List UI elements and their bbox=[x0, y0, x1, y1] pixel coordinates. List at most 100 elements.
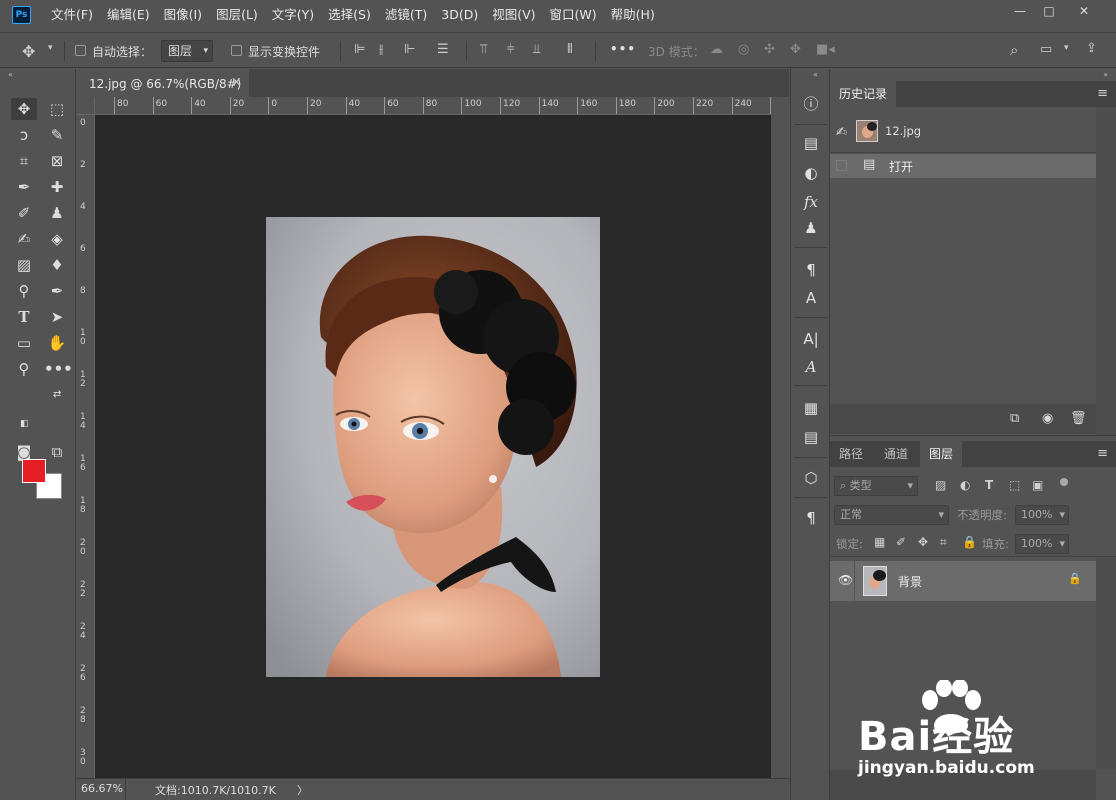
hand-tool-icon[interactable]: ✋ bbox=[44, 332, 70, 354]
menu-filter[interactable]: 滤镜(T) bbox=[378, 0, 434, 30]
menu-edit[interactable]: 编辑(E) bbox=[100, 0, 157, 30]
frame-tool-icon[interactable]: ⊠ bbox=[44, 150, 70, 172]
notes-icon[interactable]: ▤ bbox=[799, 425, 823, 449]
auto-select-target-dropdown[interactable]: 图层 ▾ bbox=[161, 40, 213, 62]
history-state-open[interactable]: ▤ 打开 bbox=[830, 154, 1096, 178]
lock-artboard-icon[interactable]: ⌗ bbox=[940, 535, 947, 550]
clone-stamp-tool-icon[interactable]: ♟ bbox=[44, 202, 70, 224]
filter-toggle-icon[interactable] bbox=[1060, 478, 1068, 486]
move-tool-icon[interactable]: ✥ bbox=[11, 98, 37, 120]
search-icon[interactable]: ⌕ bbox=[1010, 41, 1018, 59]
menu-view[interactable]: 视图(V) bbox=[485, 0, 542, 30]
zoom-tool-icon[interactable]: ⚲ bbox=[11, 358, 37, 380]
adjustments-icon[interactable]: ◐ bbox=[799, 161, 823, 185]
history-scrollbar[interactable] bbox=[1096, 107, 1116, 435]
document-tab[interactable]: 12.jpg @ 66.7%(RGB/8#) bbox=[77, 69, 249, 97]
tool-preset-chevron-icon[interactable]: ▾ bbox=[48, 43, 53, 53]
menu-window[interactable]: 窗口(W) bbox=[543, 0, 604, 30]
distribute-vertical-icon[interactable]: ☰ bbox=[437, 42, 449, 57]
align-right-icon[interactable]: ⊩ bbox=[404, 42, 415, 57]
filter-shape-icon[interactable]: ⬚ bbox=[1009, 478, 1020, 492]
align-vcenter-icon[interactable]: ⫩ bbox=[507, 42, 514, 57]
menu-3d[interactable]: 3D(D) bbox=[434, 0, 485, 30]
lock-pixels-icon[interactable]: ✐ bbox=[896, 535, 906, 549]
opacity-input[interactable]: 100% ▾ bbox=[1015, 505, 1069, 525]
trash-icon[interactable]: 🗑 bbox=[1070, 411, 1087, 426]
filter-smart-object-icon[interactable]: ▣ bbox=[1032, 478, 1043, 492]
move-tool-icon[interactable]: ✥ bbox=[22, 42, 35, 61]
layer-lock-icon[interactable]: 🔒 bbox=[1068, 572, 1082, 585]
3d-camera-icon[interactable]: ■◂ bbox=[816, 42, 835, 57]
blend-mode-dropdown[interactable]: 正常 ▾ bbox=[834, 505, 949, 525]
align-left-icon[interactable]: ⊫ bbox=[354, 42, 365, 57]
paragraph-icon[interactable]: ¶ bbox=[799, 506, 823, 530]
styles-fx-icon[interactable]: fx bbox=[799, 190, 823, 214]
3d-slide-icon[interactable]: ✥ bbox=[790, 42, 801, 57]
filter-pixel-icon[interactable]: ▨ bbox=[935, 478, 946, 492]
collapse-arrows-icon[interactable]: « bbox=[813, 70, 818, 79]
distribute-horizontal-icon[interactable]: ⦀ bbox=[567, 42, 573, 57]
foreground-color-swatch[interactable] bbox=[22, 459, 46, 483]
more-options-button[interactable]: ••• bbox=[610, 42, 636, 56]
workspace-icon[interactable]: ▭ bbox=[1040, 42, 1052, 57]
status-menu-arrow-icon[interactable]: 〉 bbox=[297, 782, 308, 798]
default-colors-icon[interactable]: ◧ bbox=[20, 419, 29, 429]
filter-type-icon[interactable]: T bbox=[985, 478, 993, 492]
expand-arrows-icon[interactable]: » bbox=[1103, 70, 1108, 79]
eraser-tool-icon[interactable]: ◈ bbox=[44, 228, 70, 250]
healing-brush-tool-icon[interactable]: ✚ bbox=[44, 176, 70, 198]
tab-layers[interactable]: 图层 bbox=[920, 441, 963, 467]
auto-select-checkbox[interactable] bbox=[75, 45, 86, 56]
menu-layer[interactable]: 图层(L) bbox=[209, 0, 265, 30]
camera-icon[interactable]: ◉ bbox=[1042, 411, 1053, 426]
lasso-tool-icon[interactable]: ↄ bbox=[11, 124, 37, 146]
swap-colors-icon[interactable]: ⇄ bbox=[53, 389, 61, 400]
path-selection-tool-icon[interactable]: ➤ bbox=[44, 306, 70, 328]
tab-history[interactable]: 历史记录 bbox=[830, 81, 897, 107]
paragraph-styles-icon[interactable]: ¶ bbox=[799, 258, 823, 282]
new-document-from-state-icon[interactable]: ⧉ bbox=[1010, 411, 1019, 426]
gradient-tool-icon[interactable]: ▨ bbox=[11, 254, 37, 276]
menu-select[interactable]: 选择(S) bbox=[321, 0, 378, 30]
quick-select-tool-icon[interactable]: ✎ bbox=[44, 124, 70, 146]
tab-channels[interactable]: 通道 bbox=[875, 441, 917, 467]
lock-transparent-icon[interactable]: ▦ bbox=[874, 535, 885, 549]
workspace-chevron-icon[interactable]: ▾ bbox=[1064, 43, 1069, 53]
tab-paths[interactable]: 路径 bbox=[830, 441, 872, 467]
pen-tool-icon[interactable]: ✒ bbox=[44, 280, 70, 302]
layer-filter-dropdown[interactable]: ⌕ 类型 ▾ bbox=[834, 476, 918, 496]
visibility-eye-icon[interactable]: 👁 bbox=[838, 573, 853, 587]
align-top-icon[interactable]: ⫪ bbox=[480, 42, 487, 57]
history-brush-source-icon[interactable]: ✍ bbox=[836, 125, 847, 140]
align-bottom-icon[interactable]: ⫫ bbox=[533, 42, 540, 57]
history-source-checkbox[interactable] bbox=[836, 160, 847, 171]
info-icon[interactable]: ⓘ bbox=[799, 92, 823, 116]
screen-mode-icon[interactable]: ⧉ bbox=[44, 441, 70, 463]
collapse-arrows-icon[interactable]: « bbox=[8, 70, 13, 79]
3d-icon[interactable]: ⬡ bbox=[799, 466, 823, 490]
brush-tool-icon[interactable]: ✐ bbox=[11, 202, 37, 224]
menu-image[interactable]: 图像(I) bbox=[157, 0, 209, 30]
crop-tool-icon[interactable]: ⌗ bbox=[11, 150, 37, 172]
3d-pan-icon[interactable]: ✣ bbox=[764, 42, 775, 57]
character-icon[interactable]: A| bbox=[799, 327, 823, 351]
fill-input[interactable]: 100% ▾ bbox=[1015, 534, 1069, 554]
marquee-tool-icon[interactable]: ⬚ bbox=[44, 98, 70, 120]
lock-position-icon[interactable]: ✥ bbox=[918, 535, 928, 549]
history-snapshot[interactable]: ✍ 12.jpg bbox=[830, 115, 1096, 151]
menu-file[interactable]: 文件(F) bbox=[44, 0, 100, 30]
3d-roll-icon[interactable]: ◎ bbox=[738, 42, 749, 57]
show-transform-checkbox[interactable] bbox=[231, 45, 242, 56]
zoom-level[interactable]: 66.67% bbox=[81, 782, 123, 795]
3d-orbit-icon[interactable]: ☁ bbox=[710, 42, 723, 57]
filter-adjustment-icon[interactable]: ◐ bbox=[960, 478, 970, 492]
menu-help[interactable]: 帮助(H) bbox=[604, 0, 662, 30]
clone-source-icon[interactable]: ♟ bbox=[799, 216, 823, 240]
layer-name[interactable]: 背景 bbox=[898, 573, 922, 590]
share-icon[interactable]: ⇪ bbox=[1086, 41, 1097, 56]
align-hcenter-icon[interactable]: ⫲ bbox=[379, 42, 383, 57]
dodge-tool-icon[interactable]: ⚲ bbox=[11, 280, 37, 302]
layer-row-background[interactable]: 👁 背景 🔒 bbox=[830, 561, 1096, 601]
vertical-scrollbar[interactable] bbox=[771, 97, 789, 778]
maximize-button[interactable]: □ bbox=[1033, 0, 1065, 22]
